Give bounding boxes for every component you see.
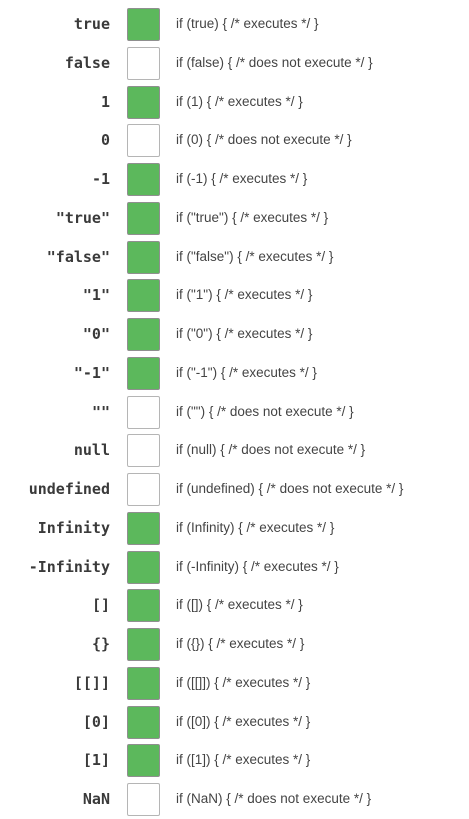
- table-row: null if (null) { /* does not execute */ …: [0, 431, 469, 470]
- truthy-indicator: [127, 163, 160, 196]
- truthy-indicator: [127, 279, 160, 313]
- table-row: false if (false) { /* does not execute *…: [0, 44, 469, 83]
- truthy-indicator: [127, 744, 160, 778]
- if-statement: if ([]) { /* executes */ }: [176, 597, 303, 613]
- table-row: "false" if ("false") { /* executes */ }: [0, 238, 469, 277]
- table-row: "0" if ("0") { /* executes */ }: [0, 315, 469, 354]
- truthy-indicator: [127, 705, 160, 739]
- value-label: [[]]: [73, 673, 110, 692]
- value-label: {}: [91, 635, 110, 653]
- value-label: "true": [55, 208, 110, 227]
- table-row: [[]] if ([[]]) { /* executes */ }: [0, 664, 469, 703]
- value-label: "1": [82, 286, 110, 305]
- if-statement: if (-1) { /* executes */ }: [176, 171, 308, 186]
- if-statement: if (true) { /* executes */ }: [176, 16, 319, 31]
- table-row: [0] if ([0]) { /* executes */ }: [0, 703, 469, 742]
- truthy-indicator: [127, 318, 160, 351]
- value-label: NaN: [82, 790, 110, 808]
- value-label: []: [91, 596, 110, 615]
- if-statement: if (NaN) { /* does not execute */ }: [176, 791, 372, 806]
- if-statement: if ([0]) { /* executes */ }: [176, 713, 311, 729]
- truthy-indicator: [127, 46, 160, 80]
- table-row: true if (true) { /* executes */ }: [0, 5, 469, 44]
- truthy-indicator: [127, 124, 160, 158]
- table-row: "" if ("") { /* does not execute */ }: [0, 393, 469, 432]
- value-label: -Infinity: [28, 557, 110, 576]
- truthy-indicator: [127, 589, 160, 623]
- if-statement: if (0) { /* does not execute */ }: [176, 132, 352, 148]
- if-statement: if ("true") { /* executes */ }: [176, 209, 329, 225]
- value-label: null: [73, 441, 110, 460]
- table-row: "true" if ("true") { /* executes */ }: [0, 199, 469, 238]
- table-row: "-1" if ("-1") { /* executes */ }: [0, 354, 469, 393]
- value-label: 1: [100, 92, 110, 111]
- if-statement: if ([1]) { /* executes */ }: [176, 752, 311, 768]
- if-statement: if ("1") { /* executes */ }: [176, 287, 313, 303]
- if-statement: if (Infinity) { /* executes */ }: [176, 519, 335, 535]
- truthy-indicator: [127, 85, 160, 119]
- truthy-indicator: [127, 201, 160, 235]
- table-row: 1 if (1) { /* executes */ }: [0, 83, 469, 122]
- value-label: Infinity: [37, 518, 110, 537]
- if-statement: if (false) { /* does not execute */ }: [176, 54, 373, 70]
- if-statement: if (-Infinity) { /* executes */ }: [176, 558, 339, 574]
- truthy-indicator: [127, 8, 160, 41]
- if-statement: if ("-1") { /* executes */ }: [176, 364, 317, 380]
- if-statement: if ("false") { /* executes */ }: [176, 248, 334, 264]
- table-row: NaN if (NaN) { /* does not execute */ }: [0, 780, 469, 819]
- truthy-indicator: [127, 434, 160, 468]
- if-statement: if (1) { /* executes */ }: [176, 93, 303, 109]
- truthy-indicator: [127, 666, 160, 700]
- value-label: "-1": [73, 363, 110, 382]
- truthiness-table: true if (true) { /* executes */ } false …: [0, 5, 469, 819]
- if-statement: if ("") { /* does not execute */ }: [176, 403, 354, 419]
- truthy-indicator: [127, 356, 160, 390]
- table-row: {} if ({}) { /* executes */ }: [0, 625, 469, 664]
- truthy-indicator: [127, 783, 160, 816]
- if-statement: if ("0") { /* executes */ }: [176, 326, 313, 341]
- table-row: Infinity if (Infinity) { /* executes */ …: [0, 509, 469, 548]
- value-label: "false": [46, 247, 110, 266]
- if-statement: if ([[]]) { /* executes */ }: [176, 674, 311, 690]
- value-label: true: [73, 15, 110, 33]
- truthy-indicator: [127, 628, 160, 661]
- value-label: [1]: [82, 751, 110, 770]
- truthy-indicator: [127, 240, 160, 274]
- truthy-indicator: [127, 511, 160, 545]
- truthy-indicator: [127, 550, 160, 584]
- table-row: 0 if (0) { /* does not execute */ }: [0, 121, 469, 160]
- value-label: "": [91, 402, 110, 421]
- table-row: "1" if ("1") { /* executes */ }: [0, 276, 469, 315]
- table-row: -1 if (-1) { /* executes */ }: [0, 160, 469, 199]
- if-statement: if ({}) { /* executes */ }: [176, 636, 305, 651]
- if-statement: if (null) { /* does not execute */ }: [176, 442, 366, 458]
- value-label: 0: [100, 131, 110, 150]
- truthy-indicator: [127, 473, 160, 506]
- value-label: -1: [91, 170, 110, 188]
- value-label: [0]: [82, 712, 110, 731]
- table-row: [] if ([]) { /* executes */ }: [0, 586, 469, 625]
- value-label: false: [64, 53, 110, 72]
- table-row: -Infinity if (-Infinity) { /* executes *…: [0, 548, 469, 587]
- truthy-indicator: [127, 395, 160, 429]
- if-statement: if (undefined) { /* does not execute */ …: [176, 481, 404, 496]
- table-row: [1] if ([1]) { /* executes */ }: [0, 741, 469, 780]
- value-label: undefined: [28, 480, 110, 498]
- value-label: "0": [82, 325, 110, 343]
- table-row: undefined if (undefined) { /* does not e…: [0, 470, 469, 509]
